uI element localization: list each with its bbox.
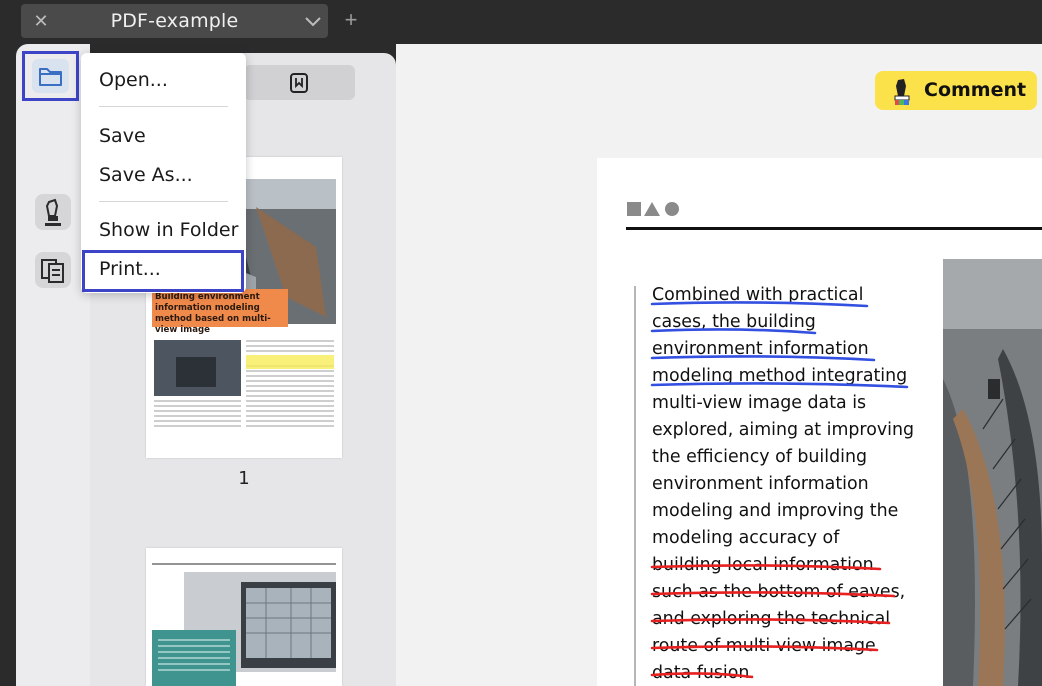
highlighter-tool-button[interactable] bbox=[35, 194, 71, 230]
comment-button[interactable]: Comment bbox=[875, 71, 1037, 110]
menu-item-save-as[interactable]: Save As... bbox=[99, 164, 193, 186]
strikethrough-annotation bbox=[650, 564, 882, 571]
page-thumbnail-2[interactable] bbox=[146, 548, 342, 686]
pages-tool-button[interactable] bbox=[35, 252, 71, 288]
underline-annotation bbox=[650, 382, 909, 389]
pdf-page: Combined with practical cases, the build… bbox=[597, 158, 1042, 686]
page-preview bbox=[152, 563, 336, 686]
bookmark-tab[interactable] bbox=[244, 65, 355, 100]
menu-item-print[interactable]: Print... bbox=[99, 258, 161, 280]
strikethrough-annotation bbox=[650, 618, 891, 625]
menu-item-save[interactable]: Save bbox=[99, 125, 146, 147]
pages-icon bbox=[41, 259, 64, 283]
comment-label: Comment bbox=[924, 79, 1027, 101]
file-menu-button[interactable] bbox=[22, 51, 79, 101]
document-tab[interactable]: ✕ PDF-example bbox=[21, 4, 328, 38]
menu-item-open[interactable]: Open... bbox=[99, 69, 168, 91]
tab-bar: ✕ PDF-example + bbox=[0, 0, 1042, 44]
bookmark-icon bbox=[290, 73, 308, 93]
menu-separator bbox=[99, 201, 228, 202]
tab-title: PDF-example bbox=[110, 10, 239, 32]
page-number-label: 1 bbox=[238, 468, 250, 489]
strikethrough-annotation bbox=[650, 672, 754, 679]
plus-icon[interactable]: + bbox=[340, 8, 362, 32]
menu-item-show-in-folder[interactable]: Show in Folder bbox=[99, 219, 238, 241]
underline-annotation bbox=[650, 301, 869, 308]
highlighter-icon bbox=[894, 79, 910, 105]
page-thumbnail-heading: Building environment information modelin… bbox=[155, 292, 271, 335]
file-dropdown-menu: Open... Save Save As... Show in Folder P… bbox=[81, 53, 246, 293]
highlighter-icon bbox=[45, 198, 61, 226]
left-toolbar bbox=[16, 44, 90, 686]
strikethrough-annotation bbox=[650, 645, 879, 652]
strikethrough-annotation bbox=[650, 591, 896, 598]
chevron-down-icon[interactable] bbox=[302, 10, 324, 32]
document-photo bbox=[943, 259, 1042, 686]
menu-separator bbox=[99, 106, 228, 107]
folder-icon bbox=[39, 68, 62, 86]
underline-annotation bbox=[650, 328, 817, 335]
underline-annotation bbox=[650, 355, 876, 362]
